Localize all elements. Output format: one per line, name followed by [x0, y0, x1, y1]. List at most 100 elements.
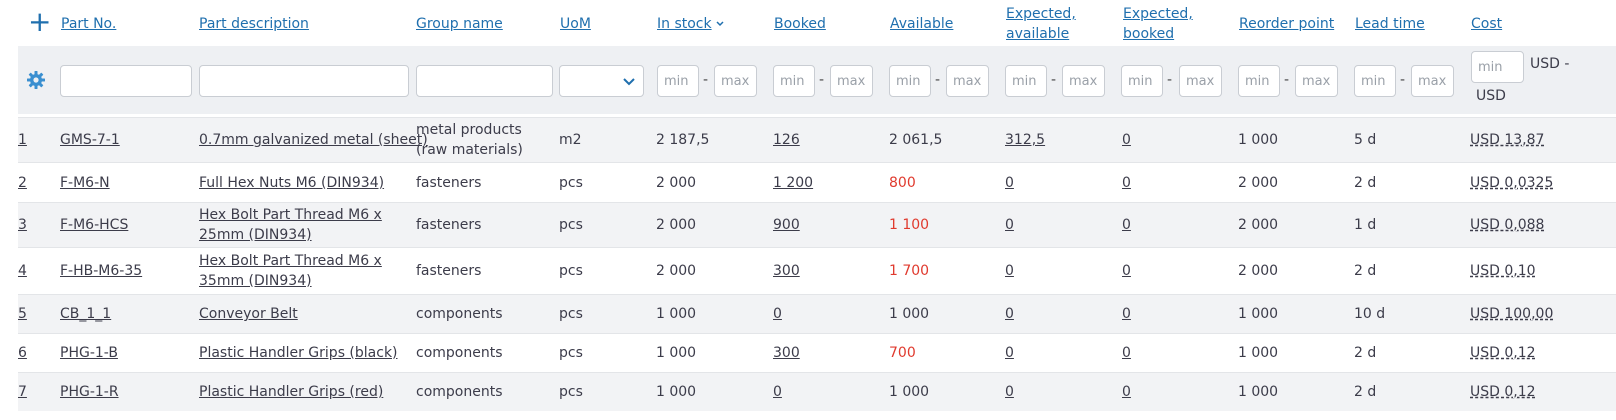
- filter-cost-min[interactable]: [1471, 51, 1524, 83]
- expected-booked-link[interactable]: 0: [1122, 304, 1131, 324]
- filter-group-input[interactable]: [416, 65, 553, 97]
- booked-link[interactable]: 0: [773, 304, 782, 324]
- row-number[interactable]: 1: [18, 130, 27, 150]
- booked-link[interactable]: 300: [773, 261, 800, 281]
- cost-value[interactable]: USD 0,088: [1470, 215, 1544, 235]
- cost-value[interactable]: USD 0,10: [1470, 261, 1536, 281]
- booked-link[interactable]: 1 200: [773, 173, 813, 193]
- expected-booked-link[interactable]: 0: [1122, 382, 1131, 402]
- row-number[interactable]: 7: [18, 382, 27, 402]
- reorder-point: 2 000: [1238, 217, 1279, 233]
- header-expected-booked[interactable]: Expected, booked: [1123, 4, 1193, 44]
- part-description-link[interactable]: Plastic Handler Grips (red): [199, 382, 383, 402]
- table-row: 1 GMS-7-1 0.7mm galvanized metal (sheet) me…: [18, 117, 1616, 162]
- header-in-stock-wrap[interactable]: In stock: [657, 14, 725, 34]
- expected-booked-link[interactable]: 0: [1122, 130, 1131, 150]
- row-number[interactable]: 5: [18, 304, 27, 324]
- expected-booked-link[interactable]: 0: [1122, 215, 1131, 235]
- filter-reorder-point-min[interactable]: [1238, 65, 1280, 97]
- in-stock: 1 000: [656, 345, 697, 361]
- header-part-no[interactable]: Part No.: [61, 14, 116, 34]
- expected-booked-link[interactable]: 0: [1122, 343, 1131, 363]
- booked-link[interactable]: 300: [773, 343, 800, 363]
- reorder-point: 2 000: [1238, 263, 1279, 279]
- expected-available-link[interactable]: 0: [1005, 173, 1014, 193]
- part-description-link[interactable]: Hex Bolt Part Thread M6 x 25mm (DIN934): [199, 205, 413, 245]
- filter-expected-booked-min[interactable]: [1121, 65, 1163, 97]
- row-number[interactable]: 3: [18, 215, 27, 235]
- available: 1 700: [889, 263, 930, 279]
- lead-time: 2 d: [1354, 263, 1377, 279]
- expected-available-link[interactable]: 312,5: [1005, 130, 1045, 150]
- in-stock: 2 000: [656, 175, 697, 191]
- header-expected-available-line2[interactable]: available: [1006, 24, 1076, 44]
- filter-expected-available-max[interactable]: [1062, 65, 1105, 97]
- filter-description-input[interactable]: [199, 65, 409, 97]
- expected-available-link[interactable]: 0: [1005, 261, 1014, 281]
- part-no-link[interactable]: F-HB-M6-35: [60, 261, 142, 281]
- header-expected-available[interactable]: Expected, available: [1006, 4, 1076, 44]
- filter-in-stock-max[interactable]: [714, 65, 757, 97]
- filter-in-stock-min[interactable]: [657, 65, 699, 97]
- header-in-stock[interactable]: In stock: [657, 16, 712, 32]
- available: 800: [889, 175, 916, 191]
- lead-time: 2 d: [1354, 175, 1377, 191]
- cost-value[interactable]: USD 13,87: [1470, 130, 1544, 150]
- header-reorder-point[interactable]: Reorder point: [1239, 14, 1334, 34]
- filter-booked-min[interactable]: [773, 65, 815, 97]
- reorder-point: 2 000: [1238, 175, 1279, 191]
- add-part-button[interactable]: +: [28, 8, 51, 36]
- filter-booked-max[interactable]: [830, 65, 873, 97]
- row-number[interactable]: 4: [18, 261, 27, 281]
- booked-link[interactable]: 0: [773, 382, 782, 402]
- part-description-link[interactable]: 0.7mm galvanized metal (sheet): [199, 130, 428, 150]
- header-booked[interactable]: Booked: [774, 14, 826, 34]
- filter-uom-select[interactable]: [559, 65, 644, 97]
- part-no-link[interactable]: GMS-7-1: [60, 130, 120, 150]
- expected-available-link[interactable]: 0: [1005, 304, 1014, 324]
- cost-value[interactable]: USD 0,0325: [1470, 173, 1553, 193]
- expected-booked-link[interactable]: 0: [1122, 261, 1131, 281]
- row-number[interactable]: 6: [18, 343, 27, 363]
- header-expected-booked-line1[interactable]: Expected,: [1123, 4, 1193, 24]
- part-description-link[interactable]: Conveyor Belt: [199, 304, 298, 324]
- lead-time: 2 d: [1354, 345, 1377, 361]
- in-stock: 2 000: [656, 217, 697, 233]
- header-expected-booked-line2[interactable]: booked: [1123, 24, 1193, 44]
- cost-value[interactable]: USD 100,00: [1470, 304, 1553, 324]
- part-description-link[interactable]: Plastic Handler Grips (black): [199, 343, 398, 363]
- header-lead-time[interactable]: Lead time: [1355, 14, 1425, 34]
- filter-lead-time-min[interactable]: [1354, 65, 1396, 97]
- expected-booked-link[interactable]: 0: [1122, 173, 1131, 193]
- cost-value[interactable]: USD 0,12: [1470, 343, 1536, 363]
- booked-link[interactable]: 900: [773, 215, 800, 235]
- part-no-link[interactable]: PHG-1-B: [60, 343, 118, 363]
- part-no-link[interactable]: CB_1_1: [60, 304, 111, 324]
- booked-link[interactable]: 126: [773, 130, 800, 150]
- header-cost[interactable]: Cost: [1471, 14, 1502, 34]
- header-uom[interactable]: UoM: [560, 14, 591, 34]
- gear-icon[interactable]: [26, 70, 46, 90]
- header-expected-available-line1[interactable]: Expected,: [1006, 4, 1076, 24]
- row-number[interactable]: 2: [18, 173, 27, 193]
- header-part-description[interactable]: Part description: [199, 14, 309, 34]
- filter-lead-time-max[interactable]: [1411, 65, 1454, 97]
- expected-available-link[interactable]: 0: [1005, 343, 1014, 363]
- part-description-link[interactable]: Hex Bolt Part Thread M6 x 35mm (DIN934): [199, 251, 413, 291]
- expected-available-link[interactable]: 0: [1005, 215, 1014, 235]
- cost-value[interactable]: USD 0,12: [1470, 382, 1536, 402]
- table-row: 3 F-M6-HCS Hex Bolt Part Thread M6 x 25mm …: [18, 202, 1616, 247]
- filter-expected-booked-max[interactable]: [1179, 65, 1222, 97]
- part-no-link[interactable]: F-M6-HCS: [60, 215, 128, 235]
- part-description-link[interactable]: Full Hex Nuts M6 (DIN934): [199, 173, 384, 193]
- expected-available-link[interactable]: 0: [1005, 382, 1014, 402]
- part-no-link[interactable]: PHG-1-R: [60, 382, 119, 402]
- filter-available-min[interactable]: [889, 65, 931, 97]
- part-no-link[interactable]: F-M6-N: [60, 173, 110, 193]
- filter-expected-available-min[interactable]: [1005, 65, 1047, 97]
- filter-reorder-point-max[interactable]: [1295, 65, 1338, 97]
- header-group-name[interactable]: Group name: [416, 14, 503, 34]
- filter-part-no-input[interactable]: [60, 65, 192, 97]
- filter-available-max[interactable]: [946, 65, 989, 97]
- header-available[interactable]: Available: [890, 14, 953, 34]
